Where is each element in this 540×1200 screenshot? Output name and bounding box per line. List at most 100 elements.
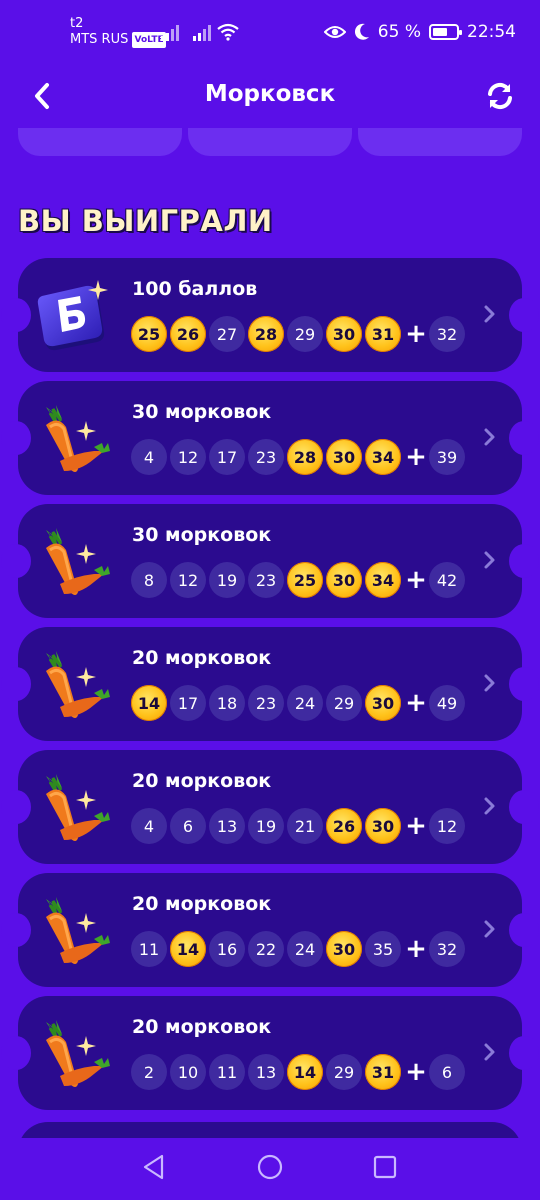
number-ball: 12 bbox=[170, 562, 206, 598]
carrot-icon bbox=[46, 651, 110, 718]
bonus-ball: 6 bbox=[429, 1054, 465, 1090]
list-item[interactable]: 30 морковок 4 12 17 23 28 30 34 +39 bbox=[1, 381, 539, 495]
plus-sign: + bbox=[405, 442, 427, 472]
ticket-notch-right bbox=[509, 544, 539, 578]
number-ball: 30 bbox=[326, 316, 362, 352]
operator-line-2: MTS RUS bbox=[70, 32, 129, 47]
number-ball: 31 bbox=[365, 316, 401, 352]
list-item[interactable]: 20 морковок 14 17 18 23 24 29 30 +49 bbox=[1, 627, 539, 741]
numbers-row: 4 6 13 19 21 26 30 +12 bbox=[131, 808, 468, 844]
numbers-row: 25 26 27 28 29 30 31 +32 bbox=[131, 316, 468, 352]
ticket-notch-left bbox=[1, 790, 31, 824]
recents-square-icon bbox=[373, 1155, 397, 1179]
ticket-notch-right bbox=[509, 421, 539, 455]
ticket-notch-left bbox=[1, 298, 31, 332]
number-ball: 12 bbox=[170, 439, 206, 475]
eye-icon bbox=[323, 26, 346, 38]
ticket-notch-left bbox=[1, 667, 31, 701]
number-ball: 28 bbox=[287, 439, 323, 475]
filter-chips bbox=[18, 128, 522, 156]
number-ball: 29 bbox=[326, 1054, 362, 1090]
status-bar: t2 MTS RUS VoLTE 65 % 22:54 bbox=[0, 0, 540, 64]
number-ball: 4 bbox=[131, 808, 167, 844]
number-ball: 30 bbox=[365, 685, 401, 721]
number-ball: 11 bbox=[131, 931, 167, 967]
signal-icon-2 bbox=[193, 25, 211, 41]
signal-icon bbox=[161, 25, 179, 41]
app-header: Морковск bbox=[0, 64, 540, 128]
operator-info: t2 MTS RUS VoLTE bbox=[70, 16, 166, 48]
list-item[interactable]: 20 морковок 4 6 13 19 21 26 30 +12 bbox=[1, 750, 539, 864]
list-item[interactable]: 20 морковок 11 14 16 22 24 30 35 +32 bbox=[1, 873, 539, 987]
carrot-icon bbox=[46, 897, 110, 964]
number-ball: 29 bbox=[326, 685, 362, 721]
number-ball: 30 bbox=[326, 931, 362, 967]
carrot-icon bbox=[46, 774, 110, 841]
battery-icon bbox=[429, 24, 462, 40]
wifi-icon bbox=[217, 23, 239, 41]
ticket-notch-left bbox=[1, 1036, 31, 1070]
list-item[interactable]: 100 баллов 25 26 27 28 29 30 31 +32 bbox=[1, 258, 539, 372]
chevron-right-icon bbox=[484, 551, 495, 569]
number-ball: 8 bbox=[131, 562, 167, 598]
list-item[interactable]: 20 морковок 2 10 11 13 14 29 31 +6 bbox=[1, 996, 539, 1110]
page-title: Морковск bbox=[204, 81, 336, 107]
number-ball: 2 bbox=[131, 1054, 167, 1090]
plus-sign: + bbox=[405, 319, 427, 349]
clock: 22:54 bbox=[467, 22, 516, 42]
plus-sign: + bbox=[405, 1057, 427, 1087]
number-ball: 22 bbox=[248, 931, 284, 967]
number-ball: 24 bbox=[287, 685, 323, 721]
filter-chip-3[interactable] bbox=[358, 128, 522, 156]
number-ball: 17 bbox=[209, 439, 245, 475]
number-ball: 24 bbox=[287, 931, 323, 967]
number-ball: 31 bbox=[365, 1054, 401, 1090]
plus-sign: + bbox=[405, 565, 427, 595]
ticket-notch-left bbox=[1, 421, 31, 455]
refresh-button[interactable] bbox=[480, 76, 520, 116]
bonus-ball: 32 bbox=[429, 931, 465, 967]
list-item[interactable]: 30 морковок 8 12 19 23 25 30 34 +42 bbox=[1, 504, 539, 618]
number-ball: 13 bbox=[209, 808, 245, 844]
nav-recents-button[interactable] bbox=[365, 1152, 405, 1182]
numbers-row: 14 17 18 23 24 29 30 +49 bbox=[131, 685, 468, 721]
ticket-notch-right bbox=[509, 298, 539, 332]
number-ball: 14 bbox=[170, 931, 206, 967]
prize-label: 30 морковок bbox=[132, 524, 272, 546]
number-ball: 19 bbox=[209, 562, 245, 598]
number-ball: 23 bbox=[248, 562, 284, 598]
number-ball: 11 bbox=[209, 1054, 245, 1090]
number-ball: 6 bbox=[170, 808, 206, 844]
ticket-notch-right bbox=[509, 790, 539, 824]
number-ball: 23 bbox=[248, 685, 284, 721]
prize-label: 20 морковок bbox=[132, 770, 272, 792]
numbers-row: 11 14 16 22 24 30 35 +32 bbox=[131, 931, 468, 967]
plus-sign: + bbox=[405, 688, 427, 718]
numbers-row: 8 12 19 23 25 30 34 +42 bbox=[131, 562, 468, 598]
nav-back-button[interactable] bbox=[134, 1152, 174, 1182]
filter-chip-1[interactable] bbox=[18, 128, 182, 156]
status-right: 65 % 22:54 bbox=[323, 22, 516, 42]
prize-label: 20 морковок bbox=[132, 893, 272, 915]
filter-chip-2[interactable] bbox=[188, 128, 352, 156]
number-ball: 29 bbox=[287, 316, 323, 352]
ticket-notch-right bbox=[509, 667, 539, 701]
number-ball: 25 bbox=[131, 316, 167, 352]
chevron-right-icon bbox=[484, 797, 495, 815]
bonus-ball: 49 bbox=[429, 685, 465, 721]
number-ball: 27 bbox=[209, 316, 245, 352]
carrot-icon bbox=[46, 405, 110, 472]
system-nav-bar bbox=[0, 1138, 540, 1200]
number-ball: 25 bbox=[287, 562, 323, 598]
battery-percent: 65 % bbox=[377, 22, 421, 42]
chevron-right-icon bbox=[484, 305, 495, 323]
ticket-notch-right bbox=[509, 1036, 539, 1070]
number-ball: 26 bbox=[326, 808, 362, 844]
number-ball: 14 bbox=[131, 685, 167, 721]
carrot-icon bbox=[46, 528, 110, 595]
nav-home-button[interactable] bbox=[250, 1152, 290, 1182]
number-ball: 23 bbox=[248, 439, 284, 475]
number-ball: 26 bbox=[170, 316, 206, 352]
number-ball: 35 bbox=[365, 931, 401, 967]
chevron-right-icon bbox=[484, 1043, 495, 1061]
